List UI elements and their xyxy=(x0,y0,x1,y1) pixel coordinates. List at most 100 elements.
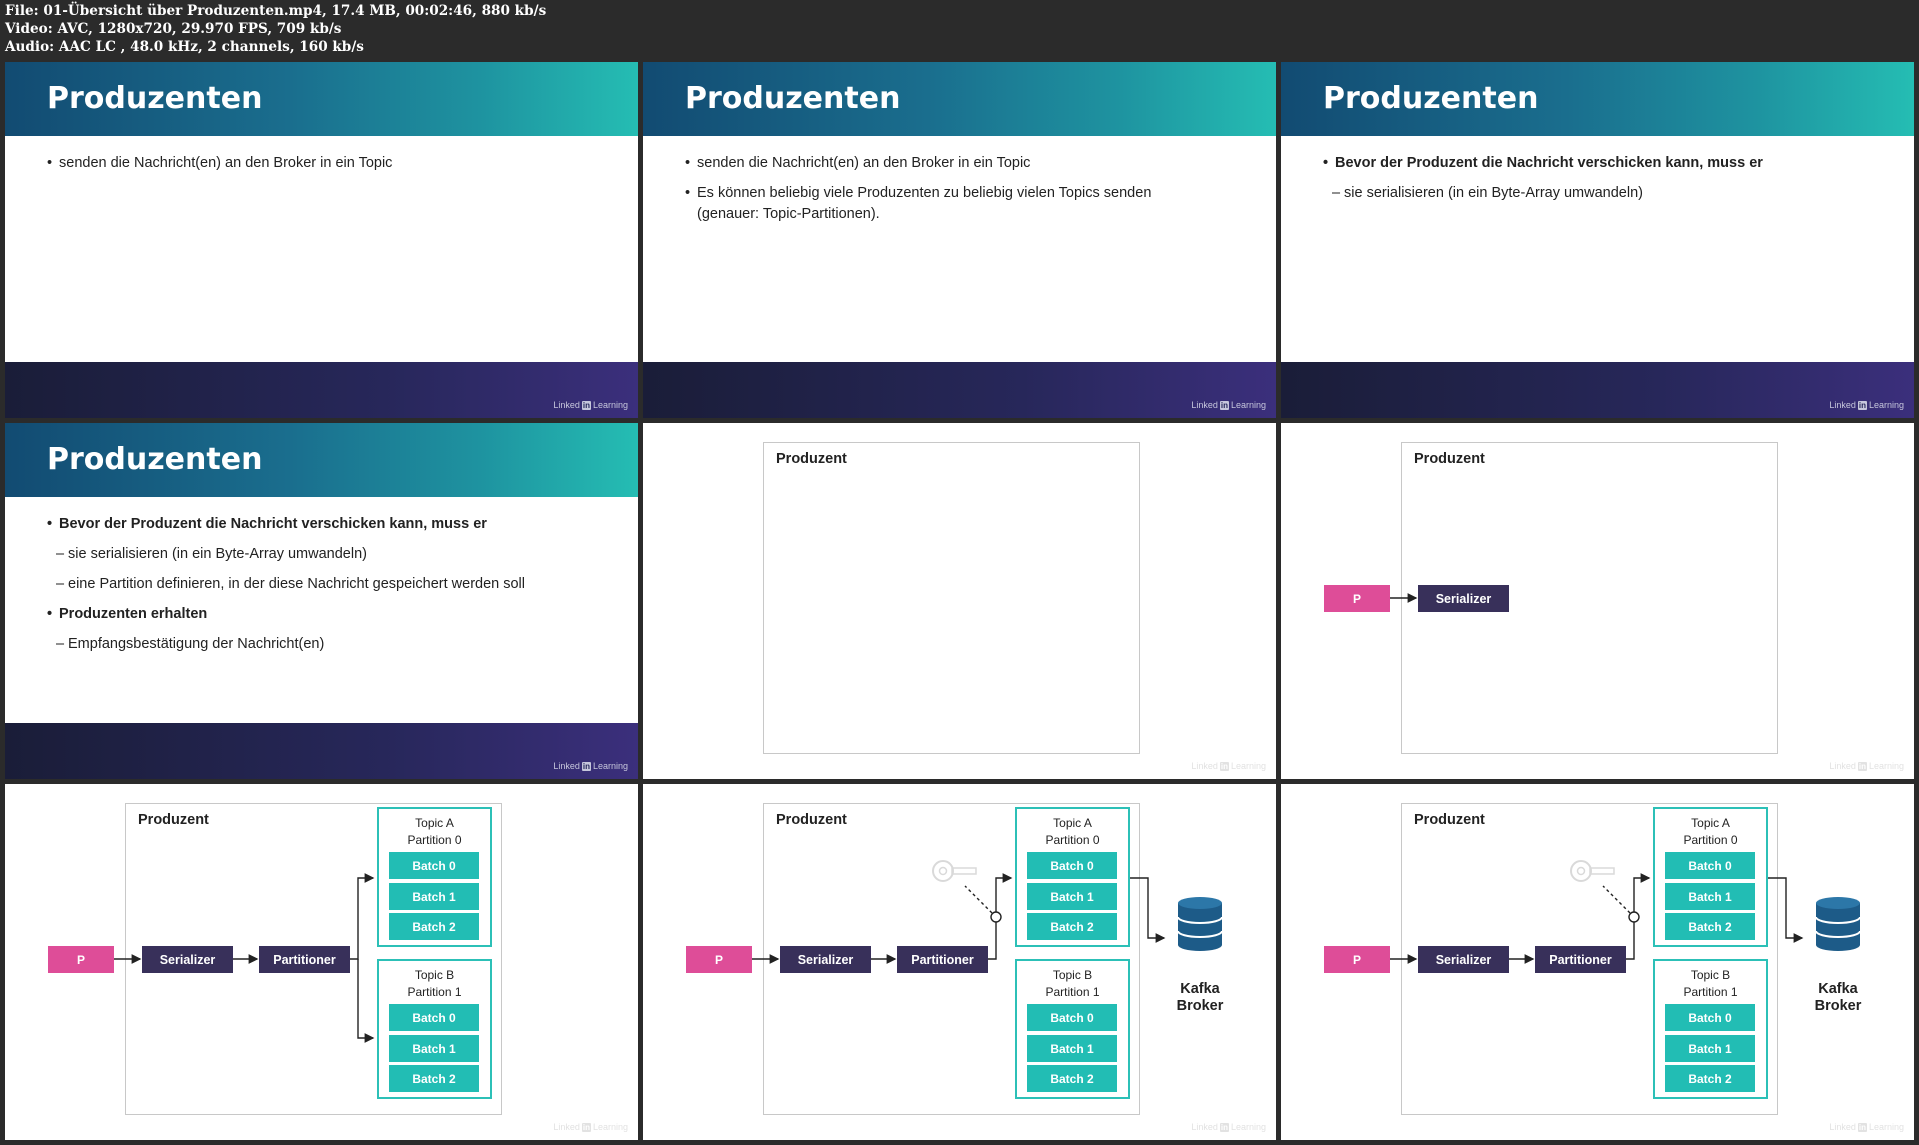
producer-frame: Produzent xyxy=(763,442,1140,754)
batch-0: Batch 0 xyxy=(1665,1004,1755,1031)
producer-frame-label: Produzent xyxy=(776,451,847,467)
bullet-item: Bevor der Produzent die Nachricht versch… xyxy=(1323,153,1894,174)
linkedin-learning-logo: Linked in Learning xyxy=(553,1122,628,1132)
sub-bullet-item: eine Partition definieren, in der diese … xyxy=(47,574,618,595)
slide-title: Produzenten xyxy=(685,81,901,116)
serializer-box: Serializer xyxy=(1418,946,1509,973)
batch-2: Batch 2 xyxy=(1027,913,1117,940)
slide-title: Produzenten xyxy=(47,442,263,477)
batch-0: Batch 0 xyxy=(1027,852,1117,879)
producer-box: P xyxy=(1324,946,1390,973)
bullet-list: Bevor der Produzent die Nachricht versch… xyxy=(1323,153,1894,213)
batch-2: Batch 2 xyxy=(389,913,479,940)
topic-header: Topic B Partition 1 xyxy=(1683,968,1738,999)
producer-box: P xyxy=(686,946,752,973)
slide-footer: Linked in Learning xyxy=(643,362,1276,418)
batch-2: Batch 2 xyxy=(389,1065,479,1092)
batch-0: Batch 0 xyxy=(1027,1004,1117,1031)
partitioner-box: Partitioner xyxy=(259,946,350,973)
producer-box: P xyxy=(48,946,114,973)
slide-footer: Linked in Learning xyxy=(5,362,638,418)
batch-1: Batch 1 xyxy=(1027,1035,1117,1062)
file-info: File: 01-Übersicht über Produzenten.mp4,… xyxy=(5,2,546,56)
batch-1: Batch 1 xyxy=(1665,1035,1755,1062)
thumbnail-1: Produzenten senden die Nachricht(en) an … xyxy=(5,62,638,418)
key-dashed-line xyxy=(1602,885,1631,914)
switch-node xyxy=(990,911,1002,923)
topic-header: Topic A Partition 0 xyxy=(407,816,462,847)
topic-header: Topic B Partition 1 xyxy=(407,968,462,999)
linkedin-learning-logo: Linked in Learning xyxy=(1191,400,1266,410)
thumbnail-4: Produzenten Bevor der Produzent die Nach… xyxy=(5,423,638,779)
linkedin-learning-logo: Linked in Learning xyxy=(1829,761,1904,771)
diagram-connectors xyxy=(1390,593,1418,603)
key-icon xyxy=(1570,860,1615,882)
linkedin-learning-logo: Linked in Learning xyxy=(553,761,628,771)
connector-arrow xyxy=(1130,877,1166,943)
thumbnail-8: Produzent P Serializer Partitioner Topic… xyxy=(643,784,1276,1140)
linkedin-learning-logo: Linked in Learning xyxy=(1191,1122,1266,1132)
bullet-item: Produzenten erhalten xyxy=(47,604,618,625)
serializer-box: Serializer xyxy=(780,946,871,973)
partitioner-box: Partitioner xyxy=(1535,946,1626,973)
sub-bullet-item: sie serialisieren (in ein Byte-Array umw… xyxy=(47,544,618,565)
topic-b-partition-1: Topic B Partition 1 Batch 0 Batch 1 Batch… xyxy=(1015,959,1130,1099)
thumbnail-3: Produzenten Bevor der Produzent die Nach… xyxy=(1281,62,1914,418)
topic-b-partition-1: Topic B Partition 1 Batch 0 Batch 1 Batch… xyxy=(1653,959,1768,1099)
slide-footer: Linked in Learning xyxy=(1281,362,1914,418)
slide-title: Produzenten xyxy=(1323,81,1539,116)
batch-2: Batch 2 xyxy=(1665,1065,1755,1092)
file-info-line: File: 01-Übersicht über Produzenten.mp4,… xyxy=(5,3,547,19)
batch-1: Batch 1 xyxy=(1027,883,1117,910)
connector-arrow xyxy=(1768,877,1804,943)
linkedin-learning-logo: Linked in Learning xyxy=(1191,761,1266,771)
video-info-line: Video: AVC, 1280x720, 29.970 FPS, 709 kb… xyxy=(5,21,342,37)
slide-title: Produzenten xyxy=(47,81,263,116)
topic-header: Topic A Partition 0 xyxy=(1045,816,1100,847)
topic-header: Topic A Partition 0 xyxy=(1683,816,1738,847)
linkedin-learning-logo: Linked in Learning xyxy=(553,400,628,410)
thumbnail-6: Produzent P Serializer Linked in Learning xyxy=(1281,423,1914,779)
thumbnail-5: Produzent Linked in Learning xyxy=(643,423,1276,779)
thumbnail-9: Produzent P Serializer Partitioner Topic… xyxy=(1281,784,1914,1140)
slide-header: Produzenten xyxy=(5,62,638,136)
thumbnail-2: Produzenten senden die Nachricht(en) an … xyxy=(643,62,1276,418)
linkedin-learning-logo: Linked in Learning xyxy=(1829,400,1904,410)
topic-header: Topic B Partition 1 xyxy=(1045,968,1100,999)
batch-2: Batch 2 xyxy=(1027,1065,1117,1092)
database-icon xyxy=(1177,897,1223,951)
slide-footer: Linked in Learning xyxy=(5,723,638,779)
batch-0: Batch 0 xyxy=(1665,852,1755,879)
sub-bullet-item: sie serialisieren (in ein Byte-Array umw… xyxy=(1323,183,1894,204)
slide-header: Produzenten xyxy=(1281,62,1914,136)
batch-1: Batch 1 xyxy=(389,1035,479,1062)
kafka-broker-label: Kafka Broker xyxy=(1814,981,1862,1014)
switch-node xyxy=(1628,911,1640,923)
bullet-item: senden die Nachricht(en) an den Broker i… xyxy=(685,153,1186,174)
topic-a-partition-0: Topic A Partition 0 Batch 0 Batch 1 Batch… xyxy=(1015,807,1130,947)
database-icon xyxy=(1815,897,1861,951)
slide-header: Produzenten xyxy=(5,423,638,497)
topic-a-partition-0: Topic A Partition 0 Batch 0 Batch 1 Batch… xyxy=(377,807,492,947)
linkedin-learning-logo: Linked in Learning xyxy=(1829,1122,1904,1132)
key-icon xyxy=(932,860,977,882)
batch-2: Batch 2 xyxy=(1665,913,1755,940)
connector-arrow xyxy=(348,873,375,960)
batch-0: Batch 0 xyxy=(389,1004,479,1031)
topic-a-partition-0: Topic A Partition 0 Batch 0 Batch 1 Batch… xyxy=(1653,807,1768,947)
slide-header: Produzenten xyxy=(643,62,1276,136)
batch-1: Batch 1 xyxy=(389,883,479,910)
bullet-item: Bevor der Produzent die Nachricht versch… xyxy=(47,514,618,535)
bullet-list: senden die Nachricht(en) an den Broker i… xyxy=(685,153,1186,234)
bullet-list: Bevor der Produzent die Nachricht versch… xyxy=(47,514,618,664)
batch-0: Batch 0 xyxy=(389,852,479,879)
kafka-broker-label: Kafka Broker xyxy=(1176,981,1224,1014)
topic-b-partition-1: Topic B Partition 1 Batch 0 Batch 1 Batch… xyxy=(377,959,492,1099)
serializer-box: Serializer xyxy=(142,946,233,973)
bullet-list: senden die Nachricht(en) an den Broker i… xyxy=(47,153,618,183)
bullet-item: senden die Nachricht(en) an den Broker i… xyxy=(47,153,618,174)
batch-1: Batch 1 xyxy=(1665,883,1755,910)
connector-arrow xyxy=(357,959,375,1043)
sub-bullet-item: Empfangsbestätigung der Nachricht(en) xyxy=(47,634,618,655)
thumbnail-7: Produzent P Serializer Partitioner Topic… xyxy=(5,784,638,1140)
